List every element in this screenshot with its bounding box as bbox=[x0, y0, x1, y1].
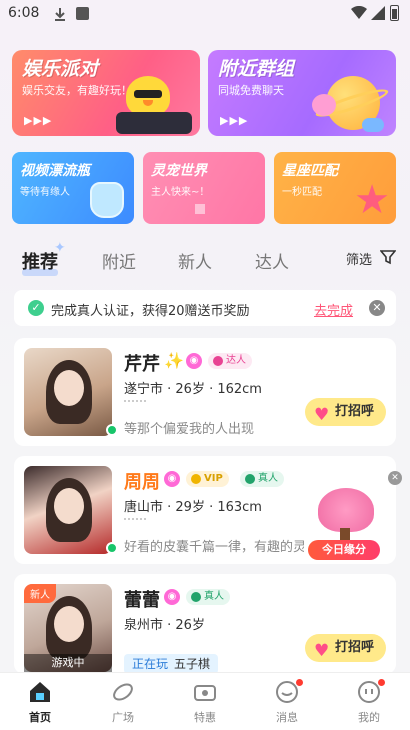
banner-subtitle: 一秒匹配 bbox=[282, 187, 322, 198]
arrows-icon: ▶▶▶ bbox=[220, 114, 249, 127]
unread-dot bbox=[296, 679, 303, 686]
online-indicator bbox=[106, 424, 118, 436]
real-person-tag: 真人 bbox=[186, 589, 230, 605]
chick-dj-icon bbox=[126, 76, 170, 116]
banner-title: 视频漂流瓶 bbox=[20, 163, 90, 179]
banner-subtitle: 等待有缘人 bbox=[20, 187, 70, 198]
user-name: 周周 bbox=[124, 472, 160, 493]
signal-icon bbox=[371, 6, 385, 20]
bottle-icon bbox=[90, 182, 124, 218]
download-icon bbox=[55, 8, 65, 21]
turntable-icon bbox=[116, 112, 192, 134]
bottom-nav: 首页 广场 特惠 消息 我的 bbox=[0, 672, 410, 730]
banner-title: 灵宠世界 bbox=[151, 163, 207, 179]
banner-title: 星座匹配 bbox=[282, 163, 338, 179]
user-card[interactable]: 芹芹 ✨ ◉ 达人 遂宁市 · 26岁 · 162cm 等那个偏爱我的人出现 ♥… bbox=[14, 338, 396, 446]
unread-dot bbox=[378, 679, 385, 686]
banner-title: 娱乐派对 bbox=[22, 58, 99, 80]
verification-text: 完成真人认证，获得20赠送币奖励 bbox=[51, 304, 250, 319]
user-meta: 唐山市 · 29岁 · 163cm bbox=[124, 500, 262, 515]
tab-bar: 推荐 ✦ 附近 新人 达人 筛选 bbox=[0, 240, 410, 280]
greet-button[interactable]: ♥ 打招呼 bbox=[304, 398, 386, 426]
nav-home[interactable]: 首页 bbox=[10, 679, 70, 725]
verified-badge-icon: ◉ bbox=[164, 589, 180, 605]
user-meta: 泉州市 · 26岁 bbox=[124, 618, 205, 633]
arrows-icon: ▶▶▶ bbox=[24, 114, 53, 127]
home-icon bbox=[30, 682, 50, 702]
tab-recommend[interactable]: 推荐 bbox=[22, 248, 58, 276]
plaza-icon bbox=[113, 683, 133, 701]
heart-icon: ♥ bbox=[313, 641, 330, 661]
banner-zodiac-match[interactable]: 星座匹配 一秒匹配 ★ bbox=[274, 152, 396, 224]
status-bar: 6:08 bbox=[0, 0, 410, 30]
real-person-tag: 真人 bbox=[240, 471, 284, 487]
banner-nearby-groups[interactable]: 附近群组 同城免费聊天 ▶▶▶ bbox=[208, 50, 396, 136]
tab-newcomers[interactable]: 新人 bbox=[178, 248, 212, 273]
user-card[interactable]: 新人 游戏中 蕾蕾 ◉ 真人 泉州市 · 26岁 正在玩 五子棋 ♥ 打招呼 bbox=[14, 574, 396, 674]
nav-plaza[interactable]: 广场 bbox=[93, 679, 153, 725]
banner-subtitle: 娱乐交友，有趣好玩！ bbox=[22, 84, 132, 97]
blossom-tree-icon bbox=[318, 488, 374, 532]
tab-experts[interactable]: 达人 bbox=[255, 248, 289, 273]
user-bio: 好看的皮囊千篇一律，有趣的灵魂 bbox=[124, 540, 304, 555]
user-meta: 遂宁市 · 26岁 · 162cm bbox=[124, 382, 262, 397]
banner-title: 附近群组 bbox=[218, 58, 295, 80]
user-bio: 等那个偏爱我的人出现 bbox=[124, 422, 255, 437]
banner-video-bottle[interactable]: 视频漂流瓶 等待有缘人 bbox=[12, 152, 134, 224]
banner-subtitle: 同城免费聊天 bbox=[218, 84, 284, 97]
status-time: 6:08 bbox=[8, 5, 40, 21]
complete-verification-link[interactable]: 去完成 bbox=[314, 300, 353, 319]
avatar[interactable] bbox=[24, 466, 112, 554]
camera-icon bbox=[194, 685, 216, 701]
mascot-icon bbox=[312, 94, 336, 116]
pet-icon bbox=[195, 204, 205, 214]
nav-profile[interactable]: 我的 bbox=[339, 679, 399, 725]
online-indicator bbox=[106, 542, 118, 554]
nav-deals[interactable]: 特惠 bbox=[175, 679, 235, 725]
filter-icon[interactable] bbox=[380, 249, 396, 265]
close-icon[interactable]: ✕ bbox=[369, 300, 385, 316]
filter-button[interactable]: 筛选 bbox=[346, 249, 372, 268]
verification-banner: ✓ 完成真人认证，获得20赠送币奖励 去完成 ✕ bbox=[14, 290, 396, 326]
daily-fate-button[interactable]: 今日缘分 bbox=[308, 540, 380, 560]
nav-messages[interactable]: 消息 bbox=[257, 679, 317, 725]
expert-tag: 达人 bbox=[208, 353, 252, 369]
playing-game-badge: 正在玩 五子棋 bbox=[124, 654, 219, 674]
banner-party[interactable]: 娱乐派对 娱乐交友，有趣好玩！ ▶▶▶ bbox=[12, 50, 200, 136]
vip-badge: VIP bbox=[186, 471, 229, 487]
battery-icon bbox=[390, 5, 399, 21]
verified-badge-icon: ◉ bbox=[164, 471, 180, 487]
user-name: 芹芹 bbox=[124, 354, 160, 375]
avatar[interactable] bbox=[24, 348, 112, 436]
daily-fate-popup[interactable]: 今日缘分 bbox=[302, 478, 384, 562]
in-game-label: 游戏中 bbox=[24, 654, 112, 672]
new-user-tag: 新人 bbox=[24, 584, 56, 603]
check-icon: ✓ bbox=[28, 300, 44, 316]
sparkle-icon: ✦ bbox=[54, 240, 66, 256]
chat-bubble-icon bbox=[362, 118, 384, 132]
sparkle-icon: ✨ bbox=[164, 351, 184, 370]
app-notification-icon bbox=[76, 7, 89, 20]
greet-button[interactable]: ♥ 打招呼 bbox=[304, 634, 386, 662]
star-icon: ★ bbox=[354, 177, 390, 223]
heart-icon: ♥ bbox=[313, 405, 330, 425]
wifi-icon bbox=[351, 6, 367, 19]
user-name: 蕾蕾 bbox=[124, 590, 160, 611]
verified-badge-icon: ◉ bbox=[186, 353, 202, 369]
tab-nearby[interactable]: 附近 bbox=[102, 248, 136, 273]
banner-pet-world[interactable]: 灵宠世界 主人快来~！ bbox=[143, 152, 265, 224]
banner-subtitle: 主人快来~！ bbox=[151, 187, 210, 198]
close-icon[interactable]: ✕ bbox=[388, 471, 402, 485]
